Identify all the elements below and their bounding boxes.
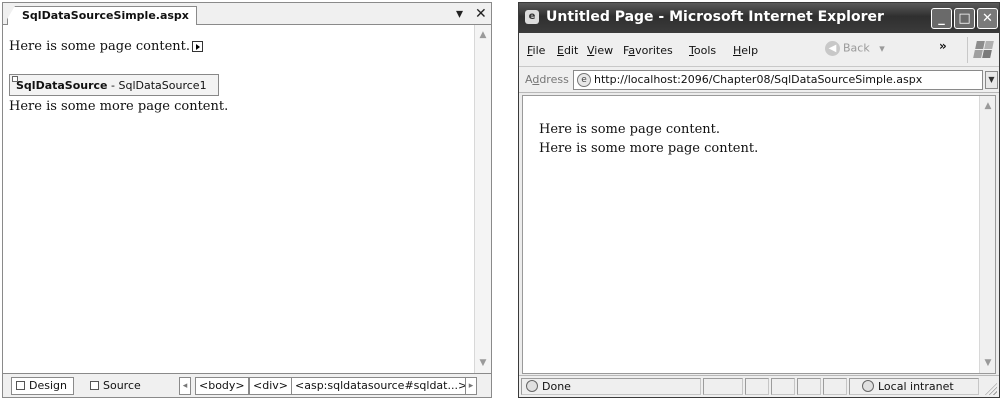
window-title: Untitled Page - Microsoft Internet Explo… [546,9,884,25]
back-label: Back [843,41,870,55]
back-button[interactable]: ◀ Back ▾ [825,41,885,56]
tab-dropdown-icon[interactable]: ▾ [456,6,463,22]
design-text-line-1: Here is some page content. [9,39,204,54]
status-panel-5 [823,378,847,395]
maximize-button[interactable]: □ [954,8,975,29]
document-tabstrip: SqlDataSourceSimple.aspx ▾ ✕ [3,3,491,25]
ie-page-icon: e [577,73,591,87]
scroll-down-icon[interactable]: ▼ [475,355,491,371]
tab-close-icon[interactable]: ✕ [475,6,487,22]
page-text-line-2: Here is some more page content. [539,141,759,156]
designer-bottom-bar: Design Source ◂ <body> <div> <asp:sqldat… [3,373,491,397]
ie-app-icon: e [525,10,539,24]
smart-tag-icon[interactable] [192,41,204,52]
status-panel-1 [703,378,743,395]
zone-text: Local intranet [878,380,954,393]
status-panel-2 [745,378,769,395]
address-input[interactable]: e http://localhost:2096/Chapter08/SqlDat… [573,70,983,90]
sqldatasource-control[interactable]: SqlDataSource - SqlDataSource1 [9,74,219,96]
ie-scroll-down-icon[interactable]: ▼ [980,355,996,371]
local-intranet-icon [862,380,874,392]
menu-view[interactable]: View [587,44,613,57]
control-type-label: SqlDataSource [16,79,108,92]
status-done: Done [521,378,701,395]
back-arrow-icon: ◀ [825,41,840,56]
menu-favorites[interactable]: Favorites [623,44,673,57]
address-label: Address [525,73,569,86]
windows-logo-icon [967,37,995,63]
source-view-icon [90,381,99,390]
menu-edit[interactable]: Edit [557,44,578,57]
design-surface[interactable]: Here is some page content. SqlDataSource… [3,25,474,373]
status-zone: Local intranet [849,378,979,395]
tag-path-scroll-left-icon[interactable]: ◂ [179,377,191,395]
ie-page-content: Here is some page content. Here is some … [522,95,996,374]
source-view-label: Source [103,379,141,392]
toolbar-more-chevron-icon[interactable]: » [939,39,947,53]
status-panel-4 [797,378,821,395]
ie-vertical-scrollbar[interactable]: ▲ ▼ [979,96,995,373]
ie-status-bar: Done Local intranet [519,375,999,397]
ie-title-bar[interactable]: e Untitled Page - Microsoft Internet Exp… [519,3,999,33]
ie-scroll-up-icon[interactable]: ▲ [980,98,996,114]
control-id-label: SqlDataSource1 [118,79,207,92]
ie-page-status-icon [526,380,538,392]
tag-path-body[interactable]: <body> [195,377,249,395]
design-view-icon [16,381,25,390]
control-separator: - [107,79,119,92]
ie-menu-bar: File Edit View Favorites Tools Help ◀ Bac… [519,33,999,67]
close-button[interactable]: ✕ [977,8,998,29]
address-url: http://localhost:2096/Chapter08/SqlDataS… [594,73,923,86]
tag-path-sqldatasource[interactable]: <asp:sqldatasource#sqldat...> [291,377,472,395]
menu-help[interactable]: Help [733,44,758,57]
menu-file[interactable]: File [527,44,545,57]
resize-grip-icon[interactable] [985,383,997,395]
tag-path-scroll-right-icon[interactable]: ▸ [465,377,477,395]
address-dropdown-icon[interactable]: ▼ [985,71,998,89]
vs-designer-panel: SqlDataSourceSimple.aspx ▾ ✕ Here is som… [2,2,492,398]
ie-address-bar: Address e http://localhost:2096/Chapter0… [519,67,999,93]
menu-tools[interactable]: Tools [689,44,716,57]
scroll-up-icon[interactable]: ▲ [475,27,491,43]
ie-browser-window: e Untitled Page - Microsoft Internet Exp… [518,2,1000,398]
document-tab[interactable]: SqlDataSourceSimple.aspx [7,6,197,25]
designer-vertical-scrollbar[interactable]: ▲ ▼ [474,25,491,373]
design-text-line-2: Here is some more page content. [9,99,229,114]
status-text: Done [542,380,571,393]
status-panel-3 [771,378,795,395]
minimize-button[interactable]: _ [931,8,952,29]
control-glyph-icon [12,76,18,82]
design-view-label: Design [29,379,67,392]
back-dropdown-icon[interactable]: ▾ [879,42,885,55]
design-view-button[interactable]: Design [11,377,74,395]
source-view-button[interactable]: Source [85,377,148,395]
tag-path-div[interactable]: <div> [249,377,292,395]
page-text-line-1: Here is some page content. [539,122,721,137]
design-text-1: Here is some page content. [9,39,191,54]
